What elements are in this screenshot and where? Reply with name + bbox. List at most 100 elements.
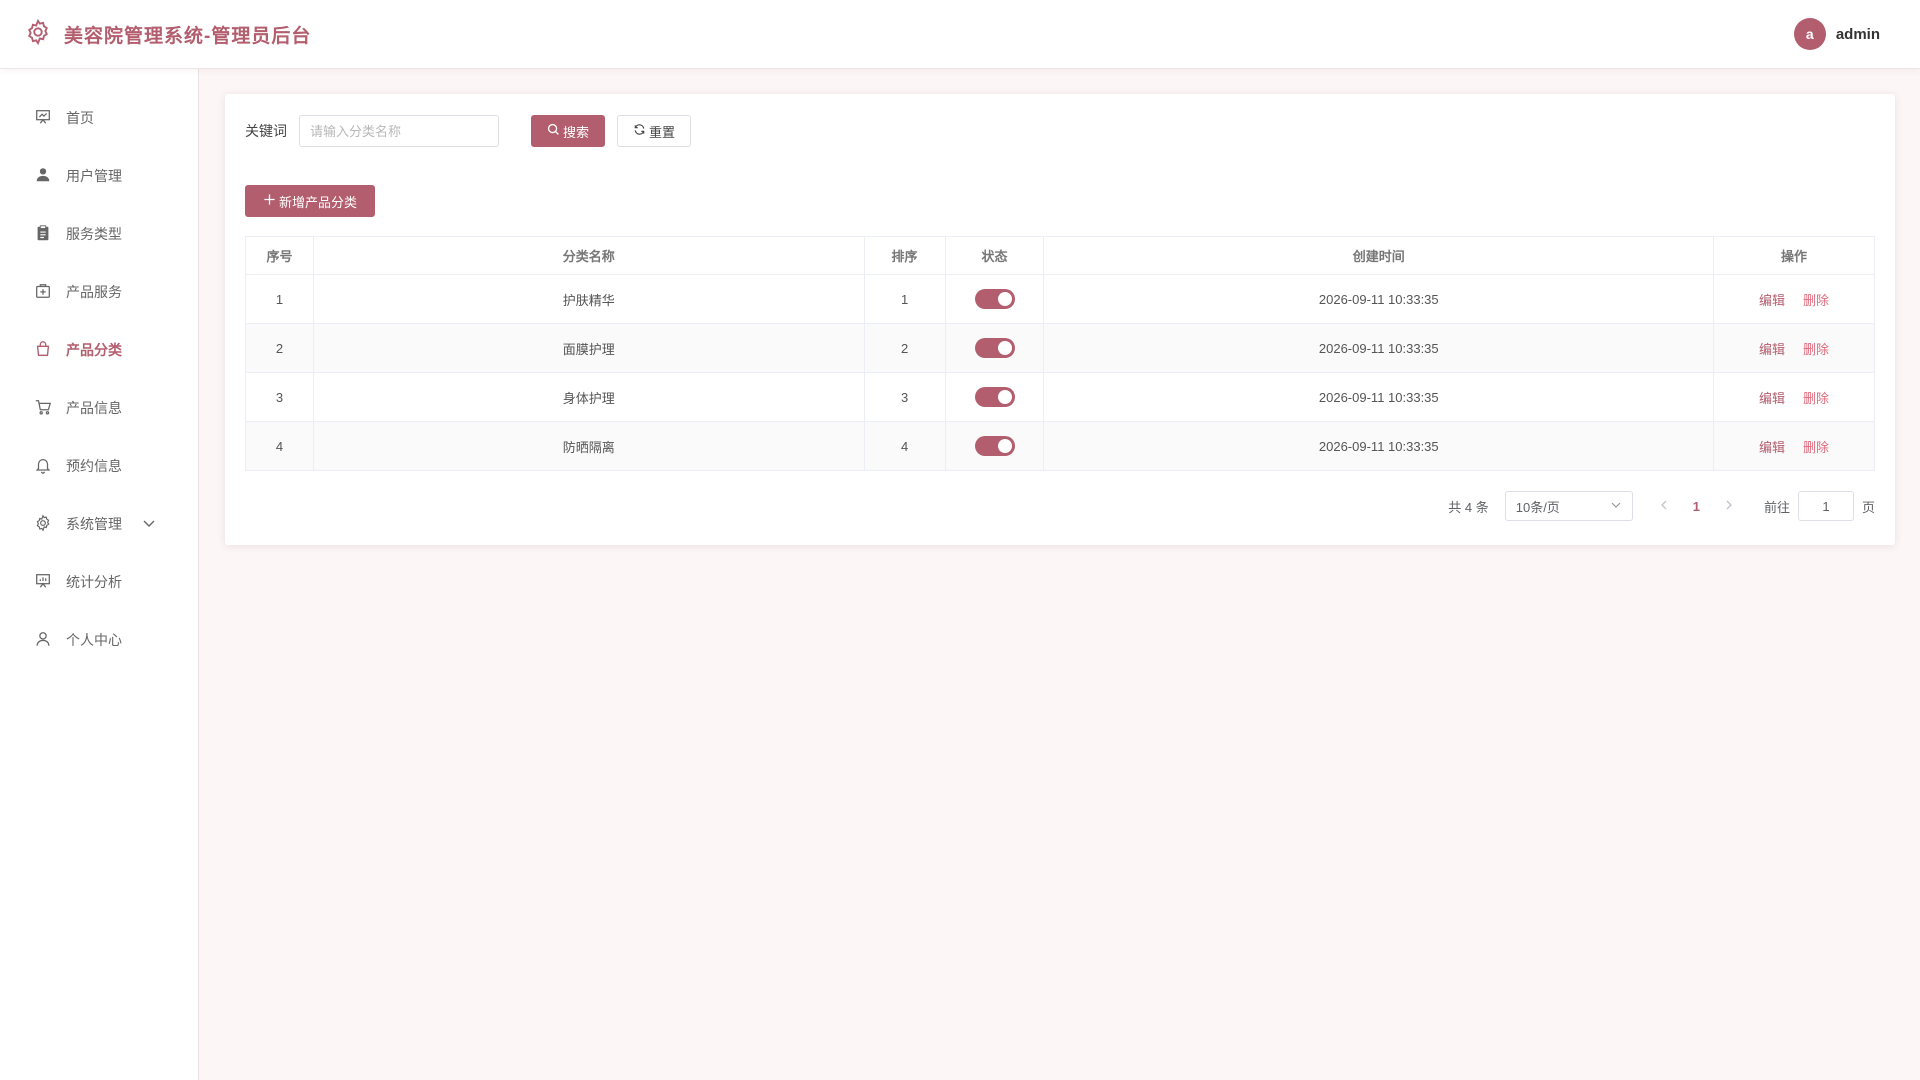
sidebar-item-label: 首页 bbox=[66, 110, 94, 126]
sidebar-item-product-categories[interactable]: 产品分类 bbox=[0, 321, 198, 379]
status-toggle[interactable] bbox=[974, 436, 1015, 456]
status-toggle[interactable] bbox=[974, 338, 1015, 358]
reset-button-label: 重置 bbox=[648, 124, 675, 140]
cell-sort: 1 bbox=[864, 274, 946, 324]
app-title: 美容院管理系统-管理员后台 bbox=[64, 25, 312, 47]
reset-button[interactable]: 重置 bbox=[617, 115, 691, 147]
sidebar-item-label: 系统管理 bbox=[66, 516, 122, 532]
goto-label: 前往 bbox=[1763, 499, 1790, 515]
gear-icon bbox=[34, 513, 52, 535]
medical-box-icon bbox=[34, 282, 52, 303]
add-category-button[interactable]: 新增产品分类 bbox=[245, 185, 375, 217]
delete-link[interactable]: 删除 bbox=[1803, 293, 1829, 308]
user-icon bbox=[34, 166, 52, 187]
column-header-sort: 排序 bbox=[864, 236, 946, 275]
cell-name: 身体护理 bbox=[313, 372, 865, 422]
delete-link[interactable]: 删除 bbox=[1803, 440, 1829, 455]
column-header-actions: 操作 bbox=[1713, 236, 1875, 275]
add-button-label: 新增产品分类 bbox=[278, 194, 357, 210]
search-button-label: 搜索 bbox=[562, 124, 589, 140]
cell-created: 2026-09-11 10:33:35 bbox=[1043, 323, 1715, 373]
cell-status bbox=[945, 274, 1045, 324]
edit-link[interactable]: 编辑 bbox=[1759, 342, 1785, 357]
sidebar-item-label: 产品信息 bbox=[66, 400, 122, 416]
sidebar-item-label: 产品分类 bbox=[66, 342, 122, 358]
person-icon bbox=[34, 630, 52, 651]
cell-name: 面膜护理 bbox=[313, 323, 865, 373]
column-header-created: 创建时间 bbox=[1043, 236, 1715, 275]
page-number[interactable]: 1 bbox=[1693, 499, 1700, 514]
sidebar-item-users[interactable]: 用户管理 bbox=[0, 147, 198, 205]
edit-link[interactable]: 编辑 bbox=[1759, 440, 1785, 455]
edit-link[interactable]: 编辑 bbox=[1759, 293, 1785, 308]
status-toggle[interactable] bbox=[974, 387, 1015, 407]
username[interactable]: admin bbox=[1836, 26, 1880, 43]
delete-link[interactable]: 删除 bbox=[1803, 342, 1829, 357]
cell-index: 2 bbox=[245, 323, 314, 373]
cell-name: 护肤精华 bbox=[313, 274, 865, 324]
cell-status bbox=[945, 421, 1045, 471]
sidebar-item-service-types[interactable]: 服务类型 bbox=[0, 205, 198, 263]
pagination-total: 共 4 条 bbox=[1448, 499, 1489, 515]
cell-index: 1 bbox=[245, 274, 314, 324]
sidebar-item-product-info[interactable]: 产品信息 bbox=[0, 379, 198, 437]
sidebar-item-appointments[interactable]: 预约信息 bbox=[0, 437, 198, 495]
sidebar-item-home[interactable]: 首页 bbox=[0, 89, 198, 147]
cart-icon bbox=[34, 398, 52, 419]
avatar[interactable]: a bbox=[1793, 18, 1826, 50]
column-header-status: 状态 bbox=[945, 236, 1045, 275]
column-header-name: 分类名称 bbox=[313, 236, 865, 275]
sidebar-item-profile[interactable]: 个人中心 bbox=[0, 611, 198, 669]
sidebar-item-label: 个人中心 bbox=[66, 632, 122, 648]
page-suffix: 页 bbox=[1861, 499, 1875, 515]
cell-created: 2026-09-11 10:33:35 bbox=[1043, 421, 1715, 471]
delete-link[interactable]: 删除 bbox=[1803, 391, 1829, 406]
status-toggle[interactable] bbox=[974, 289, 1015, 309]
cell-status bbox=[945, 372, 1045, 422]
chart-board-icon bbox=[34, 572, 52, 593]
chevron-right-icon[interactable] bbox=[1722, 498, 1736, 515]
edit-link[interactable]: 编辑 bbox=[1759, 391, 1785, 406]
refresh-icon bbox=[633, 123, 646, 139]
chevron-down-icon bbox=[1610, 499, 1622, 514]
cell-sort: 4 bbox=[864, 421, 946, 471]
sidebar-item-system[interactable]: 系统管理 bbox=[0, 495, 198, 553]
content-card: 关键词 搜索 重置 新增产品分类 序号 分类名称 排序 状态 bbox=[225, 94, 1895, 545]
cell-actions: 编辑 删除 bbox=[1713, 323, 1875, 373]
sidebar-item-statistics[interactable]: 统计分析 bbox=[0, 553, 198, 611]
cell-created: 2026-09-11 10:33:35 bbox=[1043, 274, 1715, 324]
keyword-label: 关键词 bbox=[245, 123, 287, 139]
table-row: 4 防晒隔离 4 2026-09-11 10:33:35 编辑 删除 bbox=[245, 421, 1875, 471]
cell-index: 4 bbox=[245, 421, 314, 471]
sidebar-item-label: 统计分析 bbox=[66, 574, 122, 590]
cell-actions: 编辑 删除 bbox=[1713, 274, 1875, 324]
cell-sort: 3 bbox=[864, 372, 946, 422]
clipboard-icon bbox=[34, 224, 52, 245]
sidebar-item-label: 用户管理 bbox=[66, 168, 122, 184]
chevron-down-icon[interactable] bbox=[136, 516, 156, 533]
top-header: 美容院管理系统-管理员后台 a admin bbox=[0, 0, 1920, 69]
user-menu[interactable]: a admin bbox=[1793, 18, 1880, 50]
search-button[interactable]: 搜索 bbox=[531, 115, 605, 147]
cell-index: 3 bbox=[245, 372, 314, 422]
dashboard-icon bbox=[34, 108, 52, 129]
gear-icon bbox=[24, 18, 52, 51]
table-row: 1 护肤精华 1 2026-09-11 10:33:35 编辑 删除 bbox=[245, 274, 1875, 324]
pagination: 共 4 条 10条/页 1 前往 页 bbox=[1448, 491, 1875, 521]
search-input[interactable] bbox=[299, 115, 499, 147]
sidebar: 首页 用户管理 服务类型 产品服务 产品分类 产品信息 预约信息 系统管理 统计… bbox=[0, 69, 199, 1080]
category-table: 序号 分类名称 排序 状态 创建时间 操作 1 护肤精华 1 2026-09-1… bbox=[245, 236, 1875, 471]
sidebar-item-label: 产品服务 bbox=[66, 284, 122, 300]
goto-page-input[interactable] bbox=[1797, 491, 1854, 521]
sidebar-item-product-services[interactable]: 产品服务 bbox=[0, 263, 198, 321]
sidebar-item-label: 服务类型 bbox=[66, 226, 122, 242]
cell-actions: 编辑 删除 bbox=[1713, 372, 1875, 422]
page-size-select[interactable]: 10条/页 bbox=[1504, 491, 1633, 521]
chevron-left-icon[interactable] bbox=[1657, 498, 1671, 515]
bell-icon bbox=[34, 456, 52, 477]
table-header-row: 序号 分类名称 排序 状态 创建时间 操作 bbox=[245, 236, 1875, 275]
column-header-index: 序号 bbox=[245, 236, 314, 275]
search-icon bbox=[547, 123, 560, 139]
cell-sort: 2 bbox=[864, 323, 946, 373]
cell-actions: 编辑 删除 bbox=[1713, 421, 1875, 471]
